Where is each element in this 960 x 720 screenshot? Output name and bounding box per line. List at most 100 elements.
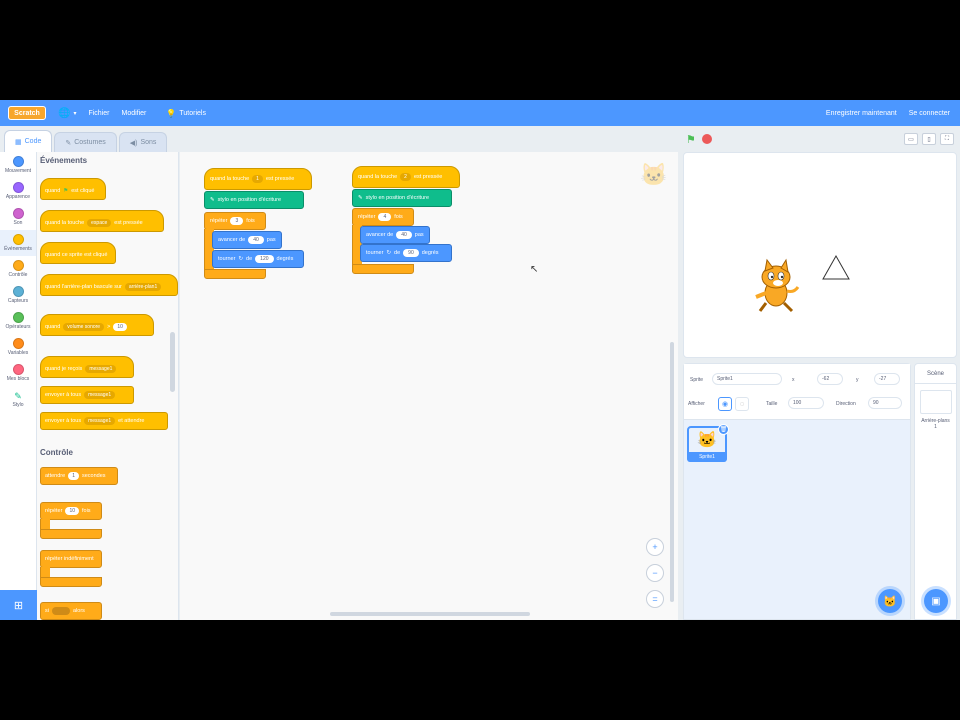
workspace-horizontal-scrollbar[interactable] [330, 612, 530, 616]
script1-turn-right[interactable]: tourner ↻ de 120 degrés [212, 250, 304, 268]
choose-sprite-button[interactable]: 🐱 [878, 589, 902, 613]
stop-icon[interactable] [701, 134, 712, 144]
image-add-icon: ▣ [931, 595, 941, 607]
x-input[interactable]: -62 [817, 373, 843, 385]
zoom-reset-button[interactable]: = [646, 590, 664, 608]
palette-block-when-greater-than[interactable]: quand volume sonore > 10 [40, 314, 154, 336]
block-text: et attendre [118, 418, 145, 424]
file-menu[interactable]: Fichier [88, 110, 109, 117]
add-extension-button[interactable]: ⊞ [0, 590, 37, 620]
palette-block-when-backdrop-switches[interactable]: quand l'arrière-plan bascule sur arrière… [40, 274, 178, 296]
y-input[interactable]: -27 [874, 373, 900, 385]
large-stage-icon: ▯ [927, 136, 931, 143]
category-variables[interactable]: Variables [0, 334, 36, 360]
scratch-logo[interactable]: Scratch [8, 106, 46, 120]
category-my-blocks[interactable]: Mes blocs [0, 360, 36, 386]
script2-move-steps[interactable]: avancer de 40 pas [360, 226, 430, 244]
palette-block-when-flag-clicked[interactable]: quand ⚑ est cliqué [40, 178, 106, 200]
degrees-input[interactable]: 90 [403, 249, 419, 257]
green-flag-icon[interactable]: ⚑ [686, 133, 696, 146]
block-text: degrés [276, 256, 294, 262]
scratch-editor: Scratch 🌐 ▾ Fichier Modifier 💡 Tutoriels… [0, 100, 960, 620]
choose-backdrop-button[interactable]: ▣ [924, 589, 948, 613]
script-workspace[interactable]: quand la touche 1 est pressée ✎ stylo en… [180, 152, 678, 620]
condition-slot[interactable] [51, 607, 70, 615]
message-dropdown[interactable]: message1 [84, 417, 116, 425]
stage-selector[interactable]: Scène Arrière-plans 1 ▣ [914, 363, 957, 620]
category-pen[interactable]: ✎ Stylo [0, 386, 36, 412]
palette-block-when-sprite-clicked[interactable]: quand ce sprite est cliqué [40, 242, 116, 264]
palette-block-repeat[interactable]: répéter 10 fois [40, 502, 102, 520]
palette-block-wait[interactable]: attendre 1 secondes [40, 467, 118, 485]
save-now-link[interactable]: Enregistrer maintenant [826, 110, 897, 117]
script2-pen-down[interactable]: ✎ stylo en position d'écriture [352, 189, 452, 207]
category-control[interactable]: Contrôle [0, 256, 36, 282]
palette-block-when-key-pressed[interactable]: quand la touche espace est pressée [40, 210, 164, 232]
degrees-input[interactable]: 120 [255, 255, 274, 263]
key-dropdown[interactable]: espace [87, 218, 112, 227]
repeat-count-input[interactable]: 4 [378, 213, 392, 221]
stage-thumbnail[interactable] [919, 390, 952, 414]
script2-when-key-pressed[interactable]: quand la touche 2 est pressée [352, 166, 460, 188]
direction-input[interactable]: 90 [868, 397, 902, 409]
tutorials-menu[interactable]: 💡 Tutoriels [166, 109, 206, 118]
category-label: Son [13, 220, 23, 226]
small-stage-button[interactable]: ▭ [904, 133, 918, 145]
tab-code[interactable]: ▦ Code [4, 130, 53, 152]
backdrop-dropdown[interactable]: arrière-plan1 [124, 282, 162, 291]
sensor-dropdown[interactable]: volume sonore [63, 322, 105, 331]
category-events[interactable]: Événements [0, 230, 36, 256]
palette-block-forever[interactable]: répéter indéfiniment [40, 550, 102, 568]
wait-seconds-input[interactable]: 1 [68, 472, 79, 480]
tab-sounds[interactable]: ◀) Sons [118, 132, 168, 152]
workspace-vertical-scrollbar[interactable] [670, 342, 674, 602]
script1-when-key-pressed[interactable]: quand la touche 1 est pressée [204, 168, 312, 190]
palette-block-when-i-receive[interactable]: quand je reçois message1 [40, 356, 134, 378]
fullscreen-button[interactable]: ⛶ [940, 133, 954, 145]
language-menu[interactable]: 🌐 ▾ [58, 108, 76, 119]
key-dropdown[interactable]: 1 [252, 175, 263, 183]
category-looks[interactable]: Apparence [0, 178, 36, 204]
stage-canvas[interactable] [683, 152, 957, 358]
key-dropdown[interactable]: 2 [400, 173, 411, 181]
steps-input[interactable]: 40 [248, 236, 264, 244]
block-text: de [246, 256, 253, 262]
category-label: Variables [7, 350, 29, 356]
category-motion[interactable]: Mouvement [0, 152, 36, 178]
message-dropdown[interactable]: message1 [85, 364, 117, 373]
edit-menu[interactable]: Modifier [121, 110, 146, 117]
repeat-count-input[interactable]: 3 [230, 217, 244, 225]
large-stage-button[interactable]: ▯ [922, 133, 936, 145]
repeat-count-input[interactable]: 10 [65, 507, 79, 515]
script1-repeat[interactable]: répéter 3 fois [204, 212, 266, 230]
script1-move-steps[interactable]: avancer de 40 pas [212, 231, 282, 249]
script1-repeat-bottom [204, 269, 266, 279]
tab-costumes[interactable]: ✎ Costumes [54, 132, 117, 152]
palette-block-broadcast-and-wait[interactable]: envoyer à tous message1 et attendre [40, 412, 168, 430]
sprite-card-selected[interactable]: 🐱 Sprite1 🗑 [687, 424, 729, 462]
category-sensing[interactable]: Capteurs [0, 282, 36, 308]
script1-pen-down[interactable]: ✎ stylo en position d'écriture [204, 191, 304, 209]
show-sprite-button[interactable]: ◉ [718, 397, 732, 411]
script2-repeat[interactable]: répéter 4 fois [352, 208, 414, 226]
hide-sprite-button[interactable]: ◌ [735, 397, 749, 411]
palette-block-if[interactable]: si alors [40, 602, 102, 620]
cat-sprite [755, 258, 800, 313]
threshold-input[interactable]: 10 [113, 322, 127, 331]
palette-scrollbar[interactable] [170, 332, 175, 392]
sign-in-link[interactable]: Se connecter [909, 110, 950, 117]
zoom-out-button[interactable]: − [646, 564, 664, 582]
palette-block-broadcast[interactable]: envoyer à tous message1 [40, 386, 134, 404]
block-text: quand l'arrière-plan bascule sur [45, 283, 122, 290]
steps-input[interactable]: 40 [396, 231, 412, 239]
category-sound[interactable]: Son [0, 204, 36, 230]
block-text: avancer de [218, 237, 246, 243]
message-dropdown[interactable]: message1 [84, 391, 116, 399]
size-input[interactable]: 100 [788, 397, 824, 409]
zoom-in-button[interactable]: + [646, 538, 664, 556]
script2-turn-right[interactable]: tourner ↻ de 90 degrés [360, 244, 452, 262]
category-operators[interactable]: Opérateurs [0, 308, 36, 334]
speaker-icon: ◀) [129, 139, 138, 147]
delete-sprite-button[interactable]: 🗑 [718, 424, 729, 435]
sprite-name-input[interactable]: Sprite1 [712, 373, 782, 385]
